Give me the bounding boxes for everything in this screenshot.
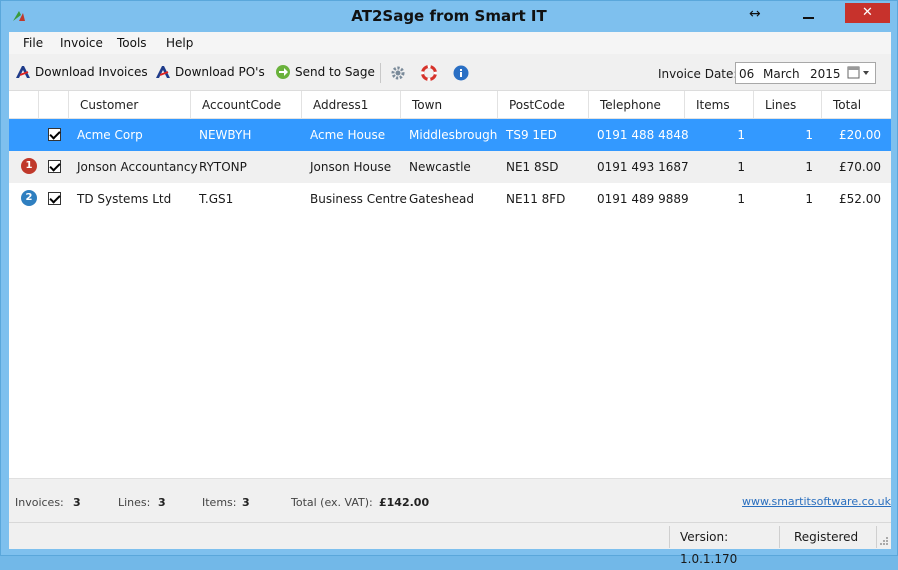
gear-icon[interactable] [390, 65, 406, 81]
send-to-sage-button[interactable]: Send to Sage [275, 64, 375, 80]
header-total[interactable]: Total [822, 91, 891, 119]
cell-account: NEWBYH [199, 128, 252, 142]
resize-grip-icon[interactable] [879, 536, 889, 546]
row-checkbox[interactable] [48, 128, 61, 141]
menu-file[interactable]: File [23, 36, 43, 50]
total-ex-vat: £142.00 [379, 496, 430, 509]
menu-bar: File Invoice Tools Help [9, 32, 891, 54]
send-to-sage-label: Send to Sage [295, 65, 375, 79]
menu-invoice[interactable]: Invoice [60, 36, 103, 50]
invoice-grid: Customer AccountCode Address1 Town PostC… [9, 90, 891, 478]
menu-help[interactable]: Help [166, 36, 193, 50]
cell-lines: 1 [805, 160, 813, 174]
download-pos-button[interactable]: Download PO's [155, 64, 265, 80]
menu-tools[interactable]: Tools [117, 36, 147, 50]
status-bar: Version: 1.0.1.170 Registered [9, 522, 891, 566]
cell-postcode: NE1 8SD [506, 160, 559, 174]
cell-town: Middlesbrough [409, 128, 498, 142]
toolbar-separator [380, 63, 381, 83]
items-count: 3 [242, 496, 250, 509]
cell-customer: TD Systems Ltd [77, 192, 172, 206]
header-check-col [39, 91, 69, 119]
window-title: AT2Sage from Smart IT [351, 7, 547, 25]
cell-town: Newcastle [409, 160, 471, 174]
invoices-count: 3 [73, 496, 81, 509]
cell-town: Gateshead [409, 192, 474, 206]
header-postcode[interactable]: PostCode [498, 91, 589, 119]
toolbar: Download Invoices Download PO's Send to … [9, 56, 891, 90]
error-badge-icon[interactable]: 1 [21, 158, 37, 174]
header-items[interactable]: Items [685, 91, 754, 119]
resize-icon[interactable]: ↔ [749, 6, 761, 22]
minimize-button[interactable] [798, 5, 820, 25]
cell-telephone: 0191 489 9889 [597, 192, 689, 206]
client-area: File Invoice Tools Help Download Invoice… [9, 32, 891, 566]
cell-telephone: 0191 493 1687 [597, 160, 689, 174]
download-invoices-button[interactable]: Download Invoices [15, 64, 148, 80]
website-link[interactable]: www.smartitsoftware.co.uk [742, 495, 891, 508]
cell-address1: Jonson House [310, 160, 392, 174]
date-day[interactable]: 06 [739, 67, 754, 81]
cell-total: £52.00 [839, 192, 881, 206]
header-town[interactable]: Town [401, 91, 498, 119]
cell-customer: Acme Corp [77, 128, 143, 142]
grid-header: Customer AccountCode Address1 Town PostC… [9, 91, 891, 119]
arrow-right-icon [276, 65, 290, 79]
cell-address1: Acme House [310, 128, 386, 142]
summary-footer: Invoices: 3 Lines: 3 Items: 3 Total (ex.… [9, 478, 891, 520]
cell-customer: Jonson Accountancy [77, 160, 198, 174]
cell-items: 1 [737, 128, 745, 142]
lines-count: 3 [158, 496, 166, 509]
cell-items: 1 [737, 160, 745, 174]
cell-telephone: 0191 488 4848 [597, 128, 689, 142]
invoices-count-label: Invoices: [15, 496, 64, 509]
invoice-date-picker[interactable]: 06 March 2015 [735, 62, 876, 84]
title-bar: AT2Sage from Smart IT ↔ ✕ [1, 1, 897, 32]
header-telephone[interactable]: Telephone [589, 91, 685, 119]
cell-postcode: TS9 1ED [506, 128, 557, 142]
header-customer[interactable]: Customer [69, 91, 191, 119]
download-invoices-label: Download Invoices [35, 65, 148, 79]
registration-panel: Registered [779, 526, 877, 548]
header-lines[interactable]: Lines [754, 91, 822, 119]
cell-address1: Business Centre [310, 192, 407, 206]
table-row[interactable]: 1 Jonson Accountancy RYTONP Jonson House… [9, 151, 891, 183]
date-month[interactable]: March [763, 67, 800, 81]
download-pos-label: Download PO's [175, 65, 265, 79]
row-checkbox[interactable] [48, 192, 61, 205]
calendar-icon[interactable] [846, 65, 874, 81]
info-badge-icon[interactable]: 2 [21, 190, 37, 206]
lifebuoy-icon[interactable] [421, 65, 437, 81]
table-row[interactable]: Acme Corp NEWBYH Acme House Middlesbroug… [9, 119, 891, 151]
cell-postcode: NE11 8FD [506, 192, 566, 206]
date-year[interactable]: 2015 [810, 67, 841, 81]
header-badge-col [9, 91, 39, 119]
cell-lines: 1 [805, 192, 813, 206]
cell-account: T.GS1 [199, 192, 234, 206]
lines-count-label: Lines: [118, 496, 151, 509]
total-ex-vat-label: Total (ex. VAT): [291, 496, 373, 509]
cell-total: £20.00 [839, 128, 881, 142]
cell-account: RYTONP [199, 160, 247, 174]
items-count-label: Items: [202, 496, 237, 509]
header-accountcode[interactable]: AccountCode [191, 91, 302, 119]
close-button[interactable]: ✕ [845, 3, 890, 23]
app-window: AT2Sage from Smart IT ↔ ✕ File Invoice T… [0, 0, 898, 566]
invoice-date-label: Invoice Date: [658, 67, 738, 81]
info-icon[interactable] [453, 65, 469, 81]
cell-items: 1 [737, 192, 745, 206]
header-address1[interactable]: Address1 [302, 91, 401, 119]
cell-total: £70.00 [839, 160, 881, 174]
cell-lines: 1 [805, 128, 813, 142]
version-panel: Version: 1.0.1.170 [669, 526, 779, 566]
row-checkbox[interactable] [48, 160, 61, 173]
table-row[interactable]: 2 TD Systems Ltd T.GS1 Business Centre G… [9, 183, 891, 215]
download-pos-icon [156, 66, 170, 78]
download-invoices-icon [16, 66, 30, 78]
